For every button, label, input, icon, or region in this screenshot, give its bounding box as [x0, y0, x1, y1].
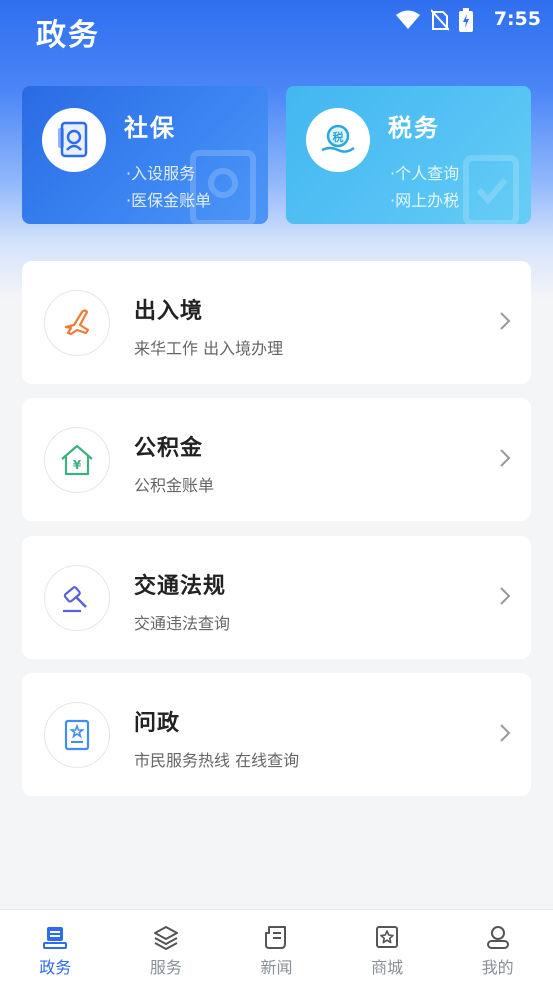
social-security-icon-circle [42, 108, 106, 172]
wifi-icon [396, 10, 420, 29]
social-security-icon [58, 121, 88, 158]
airplane-icon [64, 309, 90, 336]
service-subtitle: 市民服务热线 在线查询 [134, 751, 300, 770]
tax-icon: 税 [321, 124, 355, 153]
tab-profile[interactable]: 我的 [442, 910, 553, 983]
svg-text:¥: ¥ [73, 458, 82, 472]
service-title: 交通法规 [134, 574, 227, 599]
card-item[interactable]: ·医保金账单 [126, 187, 211, 211]
social-security-card[interactable]: 社保 ·入设服务 ·医保金账单 [22, 86, 268, 224]
chevron-right-icon [500, 312, 511, 330]
no-sim-icon [431, 9, 449, 31]
tab-services[interactable]: 服务 [111, 910, 222, 983]
shop-icon [376, 926, 399, 948]
card-item[interactable]: ·网上办税 [390, 187, 459, 211]
tab-label: 商城 [371, 958, 404, 977]
tab-government[interactable]: 政务 [0, 910, 111, 983]
layers-icon [153, 926, 178, 950]
service-subtitle: 公积金账单 [134, 476, 215, 495]
bottom-tab-bar: 政务 服务 新闻 商城 我的 [0, 909, 553, 983]
service-card-immigration[interactable]: 出入境 来华工作 出入境办理 [22, 261, 531, 384]
house-yuan-icon: ¥ [61, 444, 93, 476]
chevron-right-icon [500, 587, 511, 605]
news-icon [265, 926, 287, 949]
service-icon-circle [44, 702, 110, 768]
certificate-icon [64, 719, 90, 751]
service-card-housing-fund[interactable]: ¥ 公积金 公积金账单 [22, 398, 531, 521]
chevron-right-icon [500, 724, 511, 742]
battery-charging-icon [459, 8, 473, 32]
service-title: 公积金 [134, 436, 204, 461]
tab-label: 服务 [149, 958, 182, 977]
service-icon-circle [44, 290, 110, 356]
tab-label: 我的 [481, 958, 514, 977]
service-icon-circle [44, 565, 110, 631]
service-title: 出入境 [134, 299, 204, 324]
government-icon [43, 927, 68, 949]
card-item[interactable]: ·入设服务 [126, 160, 195, 184]
tab-label: 政务 [39, 958, 72, 977]
tab-news[interactable]: 新闻 [221, 910, 332, 983]
service-subtitle: 交通违法查询 [134, 614, 231, 633]
gavel-icon [63, 586, 87, 613]
service-title: 问政 [134, 711, 181, 736]
tax-card[interactable]: 税 税务 ·个人查询 ·网上办税 [286, 86, 531, 224]
svg-text:税: 税 [333, 130, 344, 144]
service-card-inquiry[interactable]: 问政 市民服务热线 在线查询 [22, 673, 531, 796]
card-item[interactable]: ·个人查询 [390, 160, 459, 184]
clipboard-watermark-icon [463, 155, 519, 224]
service-card-traffic-rules[interactable]: 交通法规 交通违法查询 [22, 536, 531, 659]
document-watermark-icon [190, 150, 256, 224]
tab-shop[interactable]: 商城 [332, 910, 443, 983]
card-title: 社保 [124, 114, 176, 142]
service-subtitle: 来华工作 出入境办理 [134, 339, 284, 358]
status-time: 7:55 [493, 8, 541, 30]
card-title: 税务 [388, 114, 440, 142]
page-title: 政务 [36, 18, 100, 53]
user-icon [486, 926, 509, 949]
chevron-right-icon [500, 449, 511, 467]
status-icons [395, 8, 473, 32]
tab-label: 新闻 [260, 958, 293, 977]
tax-icon-circle: 税 [306, 108, 370, 172]
service-icon-circle: ¥ [44, 427, 110, 493]
